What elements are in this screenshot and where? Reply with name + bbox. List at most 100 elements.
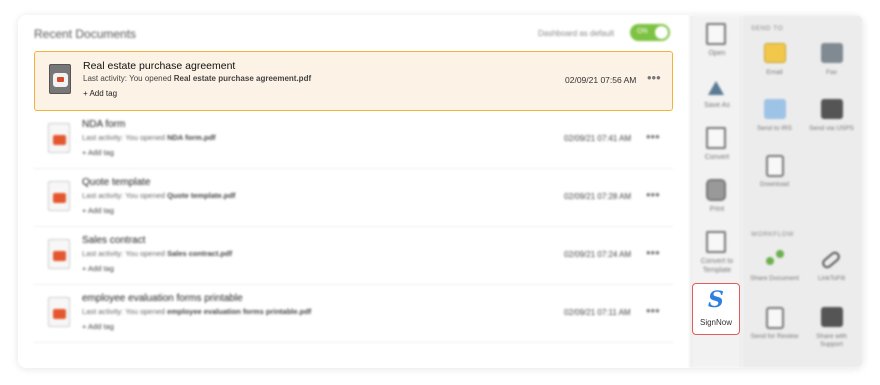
link-icon	[820, 249, 842, 271]
save-as-icon	[706, 75, 726, 97]
usps-icon	[821, 99, 843, 119]
more-options-icon[interactable]: •••	[646, 187, 660, 202]
activity-file: Real estate purchase agreement.pdf	[173, 74, 312, 83]
signnow-button[interactable]: S SignNow	[692, 283, 740, 335]
email-icon	[764, 43, 786, 63]
action-label: Convert to Template	[700, 258, 734, 274]
send-label: Fax	[826, 69, 837, 76]
send-to-panel: SEND TO Email Fax Send to IRS Send via U…	[742, 15, 863, 368]
send-for-review-button[interactable]: Send for Review	[747, 307, 802, 362]
document-row[interactable]: Sales contract Last activity: You opened…	[34, 227, 673, 285]
action-label: Convert	[704, 154, 730, 161]
pdf-thumbnail-icon	[48, 181, 70, 211]
send-label: Email	[766, 69, 783, 76]
convert-to-template-button[interactable]: Convert to Template	[691, 229, 743, 279]
convert-button[interactable]: Convert	[691, 125, 743, 175]
dashboard-default-toggle[interactable]: ON	[630, 24, 670, 41]
recent-documents-section: Recent Documents Dashboard as default ON…	[18, 15, 690, 368]
activity-prefix: Last activity: You opened	[82, 307, 168, 316]
pdf-thumbnail-icon	[48, 239, 70, 269]
signnow-label: SignNow	[699, 318, 732, 327]
add-tag-link[interactable]: + Add tag	[82, 322, 114, 331]
activity-file: Quote template.pdf	[167, 191, 236, 200]
convert-icon	[706, 127, 726, 149]
send-label: LinkToFill	[817, 275, 846, 282]
link-to-fill-button[interactable]: LinkToFill	[804, 249, 859, 304]
send-label: Send to IRS	[756, 125, 793, 132]
document-date: 02/09/21 07:11 AM	[564, 308, 631, 317]
download-icon	[766, 155, 784, 177]
workflow-heading: WORKFLOW	[751, 231, 794, 238]
email-button[interactable]: Email	[747, 43, 802, 98]
download-button[interactable]: Download	[747, 155, 802, 210]
share-document-button[interactable]: Share Document	[747, 249, 802, 304]
document-date: 02/09/21 07:28 AM	[564, 192, 632, 201]
document-activity: Last activity: You opened Sales contract…	[82, 249, 232, 258]
document-name[interactable]: NDA form	[82, 119, 125, 130]
document-name[interactable]: employee evaluation forms printable	[82, 293, 243, 304]
pdf-badge-icon	[53, 193, 66, 203]
send-to-irs-button[interactable]: Send to IRS	[747, 99, 802, 154]
more-options-icon[interactable]: •••	[646, 303, 660, 318]
send-via-usps-button[interactable]: Send via USPS	[804, 99, 859, 154]
document-name[interactable]: Quote template	[82, 177, 150, 188]
pdf-thumbnail-icon	[49, 64, 71, 94]
send-label: Send via USPS	[809, 125, 854, 132]
pdf-thumbnail-icon	[48, 123, 70, 153]
document-date: 02/09/21 07:41 AM	[564, 134, 632, 143]
document-activity: Last activity: You opened Quote template…	[82, 191, 235, 200]
document-row[interactable]: Real estate purchase agreement Last acti…	[34, 51, 673, 111]
more-options-icon[interactable]: •••	[647, 70, 661, 85]
save-as-button[interactable]: Save As	[691, 73, 743, 123]
add-tag-link[interactable]: + Add tag	[83, 89, 117, 98]
document-activity: Last activity: You opened employee evalu…	[82, 307, 311, 316]
document-row[interactable]: NDA form Last activity: You opened NDA f…	[34, 111, 673, 169]
document-list: Real estate purchase agreement Last acti…	[34, 51, 673, 343]
add-tag-link[interactable]: + Add tag	[82, 148, 114, 157]
pdf-thumbnail-icon	[48, 297, 70, 327]
share-icon	[764, 249, 786, 269]
fax-icon	[821, 43, 843, 63]
activity-file: Sales contract.pdf	[167, 249, 233, 258]
document-row[interactable]: employee evaluation forms printable Last…	[34, 285, 673, 343]
print-icon	[706, 179, 726, 201]
print-button[interactable]: Print	[691, 177, 743, 227]
send-label: Share with Support	[816, 333, 847, 348]
signnow-icon: S	[708, 287, 724, 313]
send-label: Send for Review	[750, 333, 799, 340]
document-date: 02/09/21 07:24 AM	[564, 250, 632, 259]
fax-button[interactable]: Fax	[804, 43, 859, 98]
support-icon	[821, 307, 843, 327]
more-options-icon[interactable]: •••	[646, 129, 660, 144]
pdf-badge-icon	[53, 251, 66, 261]
pdf-badge-icon	[53, 73, 68, 87]
activity-prefix: Last activity: You opened	[83, 74, 174, 83]
add-tag-link[interactable]: + Add tag	[82, 206, 114, 215]
document-row[interactable]: Quote template Last activity: You opened…	[34, 169, 673, 227]
activity-prefix: Last activity: You opened	[82, 249, 168, 258]
action-label: Print	[709, 206, 725, 213]
activity-file: employee evaluation forms printable.pdf	[167, 307, 312, 316]
open-icon	[706, 23, 726, 45]
action-label: Open	[708, 50, 726, 57]
dashboard-default-label: Dashboard as default	[538, 29, 615, 38]
activity-file: NDA form.pdf	[167, 133, 216, 142]
convert-template-icon	[706, 231, 726, 253]
review-icon	[766, 307, 784, 329]
toggle-state-text: ON	[637, 28, 648, 35]
open-button[interactable]: Open	[691, 21, 743, 71]
toggle-knob	[655, 26, 668, 39]
activity-prefix: Last activity: You opened	[82, 133, 168, 142]
recent-documents-title: Recent Documents	[34, 27, 137, 41]
irs-icon	[764, 99, 786, 119]
document-name[interactable]: Sales contract	[82, 235, 145, 246]
add-tag-link[interactable]: + Add tag	[82, 264, 114, 273]
action-label: Save As	[704, 102, 730, 109]
share-with-support-button[interactable]: Share with Support	[804, 307, 859, 362]
document-name[interactable]: Real estate purchase agreement	[83, 60, 235, 72]
document-date: 02/09/21 07:56 AM	[565, 75, 637, 85]
activity-prefix: Last activity: You opened	[82, 191, 168, 200]
more-options-icon[interactable]: •••	[646, 245, 660, 260]
send-label: Share Document	[750, 275, 799, 282]
document-activity: Last activity: You opened Real estate pu…	[83, 74, 311, 83]
